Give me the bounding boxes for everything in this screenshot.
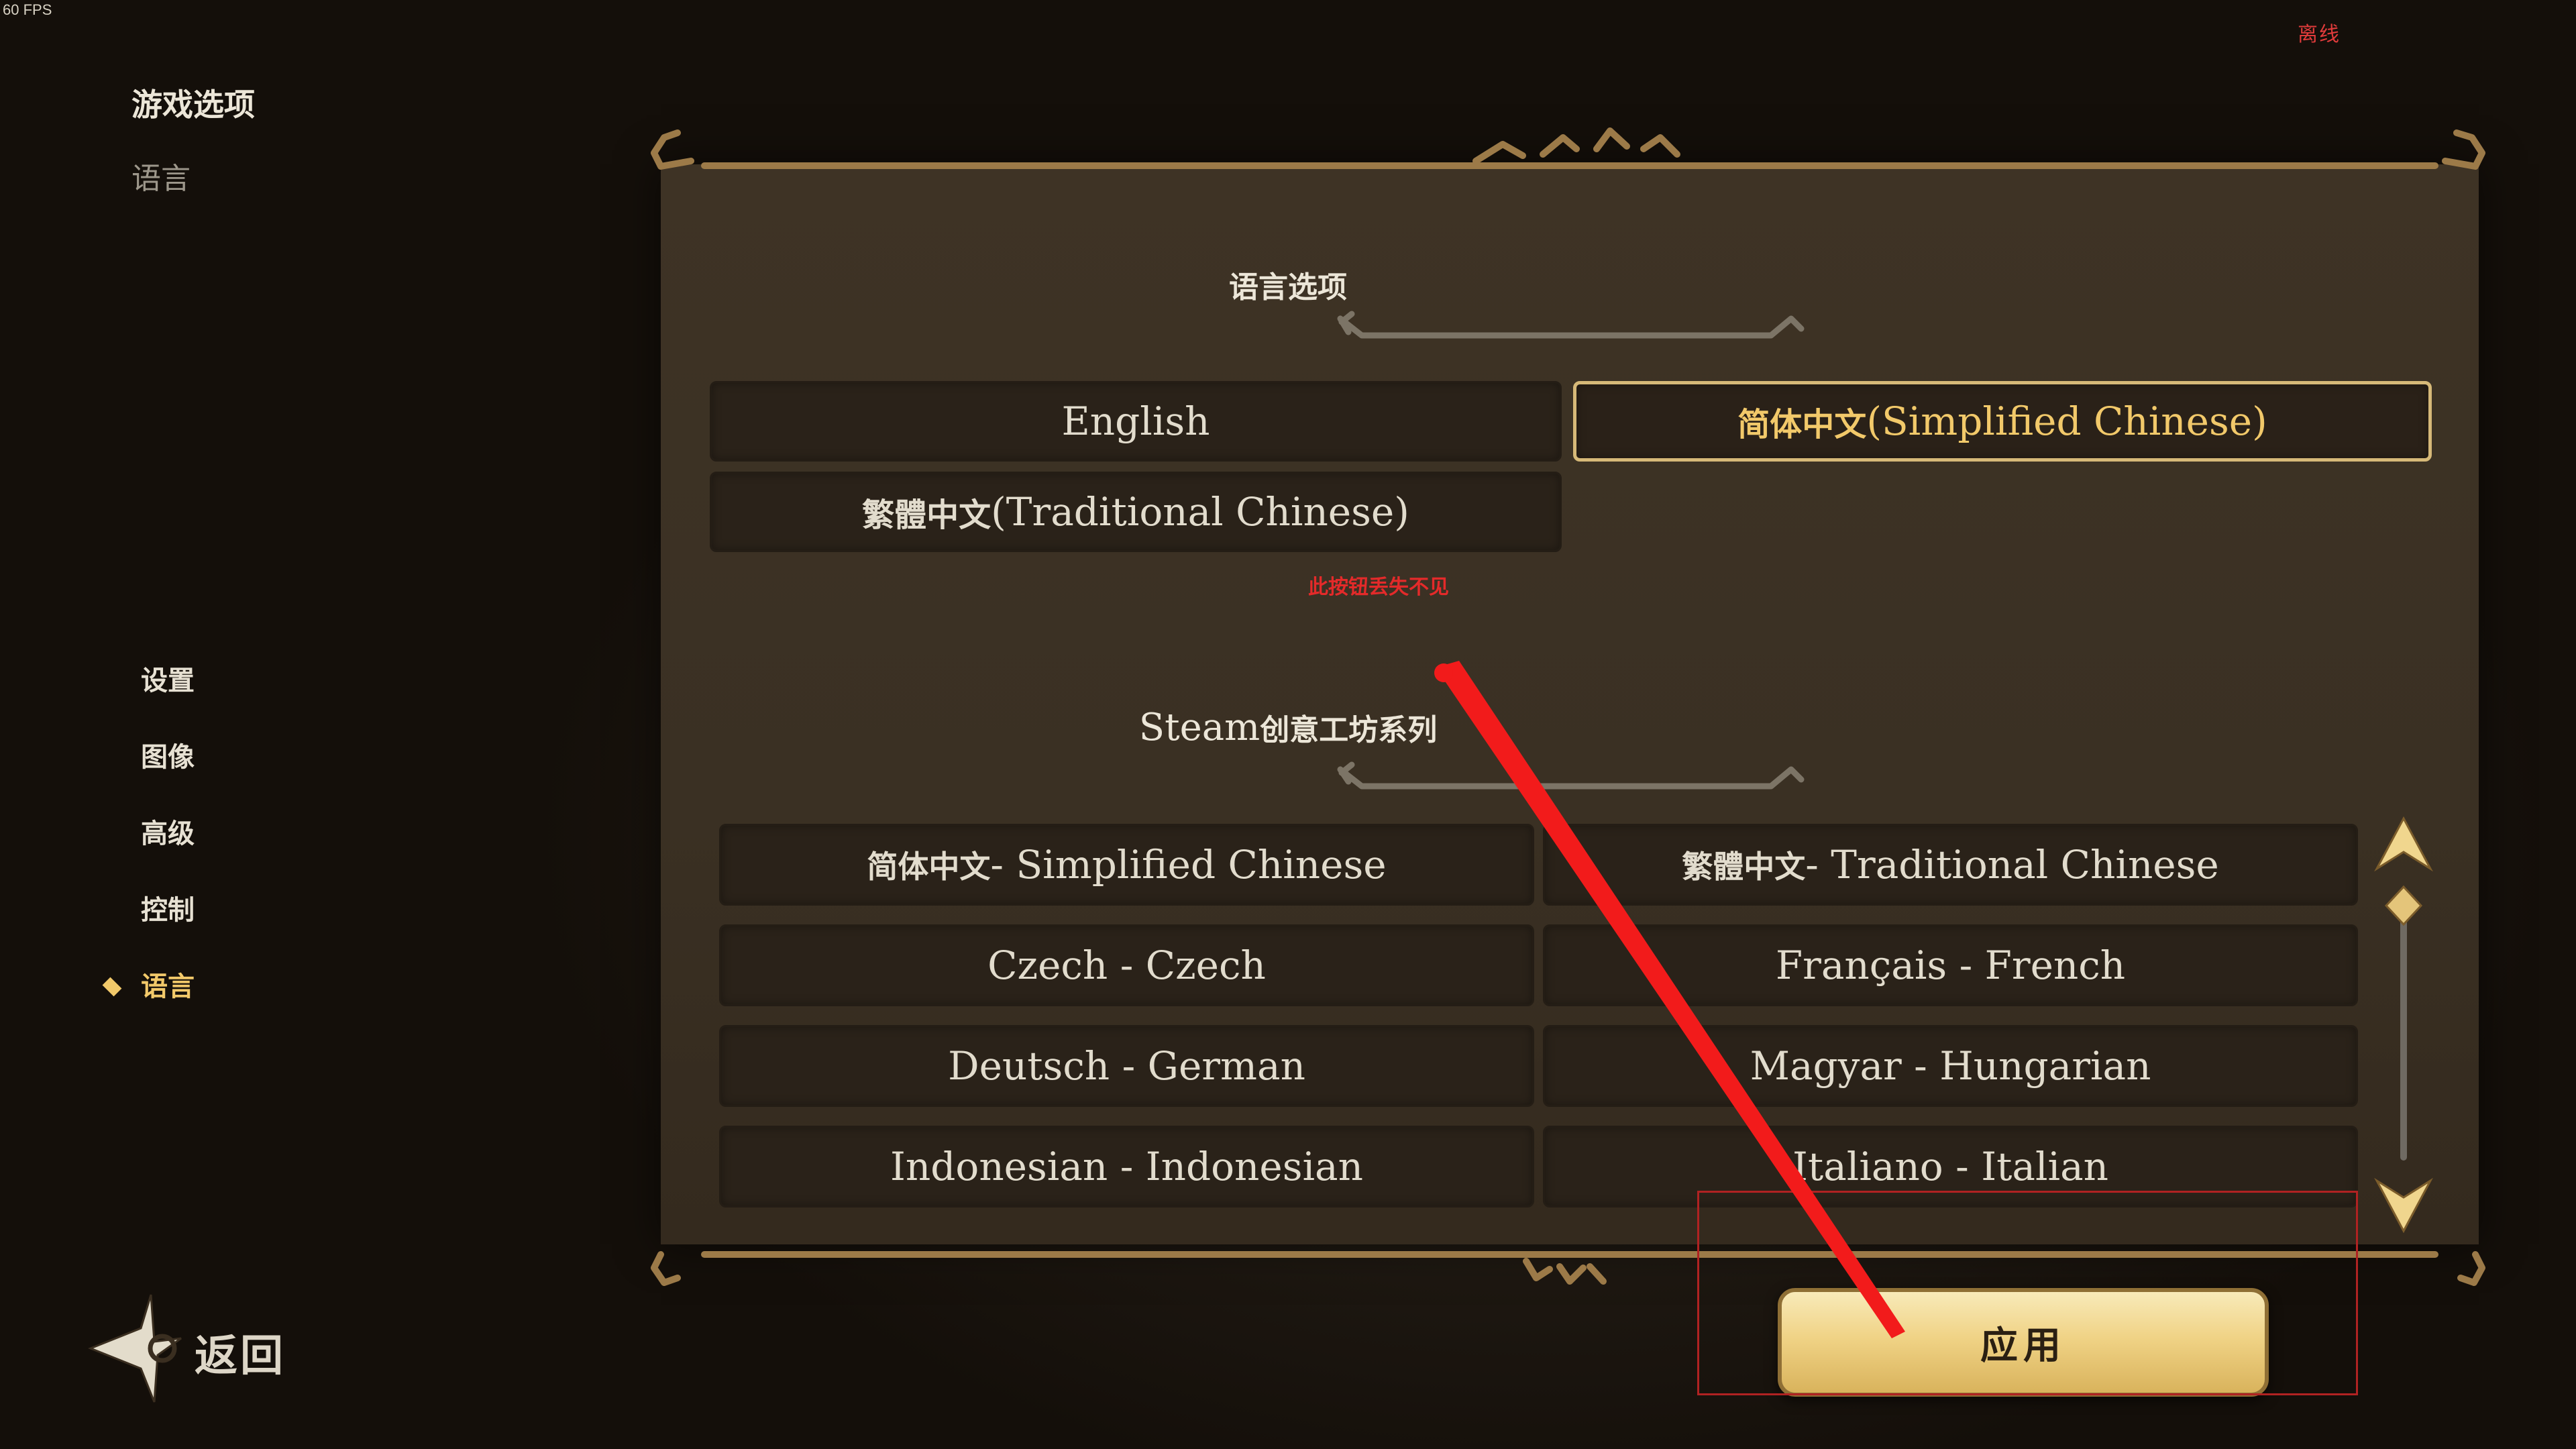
workshop-item[interactable]: Magyar - Hungarian [1543,1025,2358,1107]
workshop-item-label: Italiano - Italian [1792,1144,2109,1189]
back-button[interactable]: 返回 [87,1281,309,1415]
workshop-item[interactable]: Deutsch - German [719,1025,1534,1107]
sidebar-item-label: 语言 [141,971,195,1002]
workshop-item-label: - Traditional Chinese [1805,842,2219,888]
language-option-label: English [1061,398,1210,444]
workshop-item-label: Deutsch - German [948,1043,1305,1089]
language-option-traditional-chinese[interactable]: 繁體中文 (Traditional Chinese) [710,472,1562,552]
workshop-item[interactable]: 繁體中文 - Traditional Chinese [1543,824,2358,906]
scroll-thumb-icon[interactable] [2383,885,2424,926]
workshop-item[interactable]: Indonesian - Indonesian [719,1126,1534,1208]
language-section-title: 语言选项 [1229,270,1347,305]
sidebar-item-controls[interactable]: 控制 [141,890,195,967]
scroll-down-icon[interactable] [2373,1174,2434,1234]
workshop-title-cjk: 创意工坊系列 [1260,713,1438,747]
workshop-item-label: Indonesian - Indonesian [890,1144,1363,1189]
breadcrumb-title: 游戏选项 [131,87,255,123]
language-option-cjk: 繁體中文 [862,496,991,534]
back-arrow-icon [87,1294,182,1403]
workshop-item-label: Français - French [1775,943,2126,988]
workshop-item[interactable]: Français - French [1543,924,2358,1006]
language-option-simplified-chinese[interactable]: 简体中文 (Simplified Chinese) [1573,381,2432,462]
fps-counter: 60 FPS [3,1,52,18]
annotation-note: 此按钮丢失不见 [1308,576,1449,599]
workshop-item-label: - Simplified Chinese [990,842,1387,888]
language-option-cjk: 简体中文 [1737,406,1867,443]
sidebar-item-language[interactable]: 语言 [102,967,195,1043]
workshop-item[interactable]: Czech - Czech [719,924,1534,1006]
workshop-title-prefix: Steam [1138,706,1260,749]
scroll-up-icon[interactable] [2373,815,2434,875]
language-option-label: (Traditional Chinese) [991,489,1409,535]
workshop-section-title: Steam创意工坊系列 [0,706,2576,749]
workshop-item[interactable]: 简体中文 - Simplified Chinese [719,824,1534,906]
workshop-item-label: Czech - Czech [987,943,1266,988]
language-option-english[interactable]: English [710,381,1562,462]
workshop-item-cjk: 简体中文 [867,849,991,885]
annotation-box [1697,1191,2358,1395]
language-option-label: (Simplified Chinese) [1866,398,2267,444]
sidebar-item-advanced[interactable]: 高级 [141,814,195,890]
workshop-item-cjk: 繁體中文 [1682,849,1806,885]
back-label: 返回 [195,1332,286,1381]
breadcrumb-subtitle: 语言 [131,162,191,196]
workshop-item-label: Magyar - Hungarian [1750,1043,2151,1089]
offline-status: 离线 [2298,23,2341,46]
